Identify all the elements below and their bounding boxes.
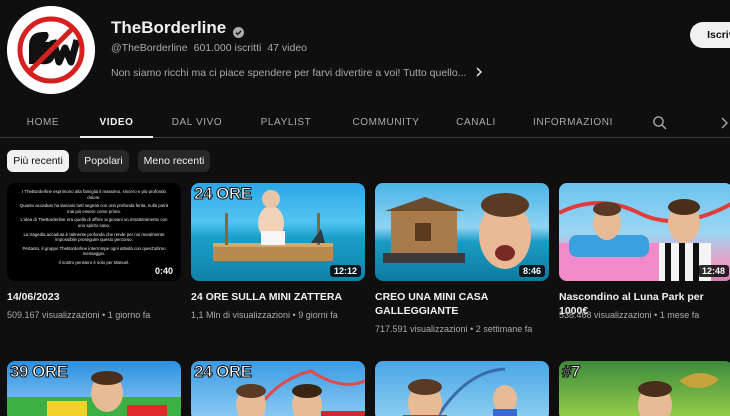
- upload-age: 9 giorni fa: [298, 310, 338, 320]
- tab-video[interactable]: VIDEO: [80, 110, 153, 138]
- view-count: 1,1 Mln di visualizzazioni: [191, 310, 291, 320]
- chevron-right-icon[interactable]: [717, 115, 730, 131]
- video-meta: 509.167 visualizzazioni • 1 giorno fa: [7, 310, 151, 320]
- video-thumbnail[interactable]: 8:46: [375, 183, 549, 281]
- search-icon[interactable]: [652, 115, 668, 131]
- tab-playlist[interactable]: PLAYLIST: [254, 110, 318, 138]
- thumbnail-line: La tragedia accaduta è talmente profonda…: [23, 231, 165, 243]
- chip-recent[interactable]: Più recenti: [7, 150, 69, 172]
- channel-logo: [7, 6, 95, 94]
- thumbnail-caption: 24 ORE: [193, 362, 252, 382]
- video-card[interactable]: I TheBorderline esprimono alla famiglia …: [7, 183, 181, 323]
- video-thumbnail[interactable]: #7: [559, 361, 730, 416]
- video-thumbnail[interactable]: 12:48: [559, 183, 730, 281]
- thumbnail-line: Il nostro pensiero è solo per Manuel.: [58, 259, 130, 265]
- upload-age: 1 mese fa: [659, 310, 700, 320]
- video-duration: 0:40: [150, 265, 177, 277]
- thumbnail-line: Quanto accaduto ha lasciato tutti segnat…: [19, 203, 169, 214]
- thumbnail-text: I TheBorderline esprimono alla famiglia …: [17, 189, 171, 269]
- video-thumbnail[interactable]: I TheBorderline esprimono alla famiglia …: [7, 183, 181, 281]
- view-count: 538.468 visualizzazioni: [559, 310, 652, 320]
- channel-name: TheBorderline: [111, 18, 245, 38]
- video-thumbnail[interactable]: 39 ORE: [7, 361, 181, 416]
- thumbnail-art: [638, 372, 719, 416]
- video-count: 47 video: [267, 42, 308, 54]
- video-meta: 717.591 visualizzazioni • 2 settimane fa: [375, 324, 533, 334]
- video-meta: 538.468 visualizzazioni • 1 mese fa: [559, 310, 700, 320]
- channel-handle: @TheBorderline: [111, 42, 188, 54]
- description-text: Non siamo ricchi ma ci piace spendere pe…: [111, 66, 467, 79]
- view-count: 509.167 visualizzazioni: [7, 310, 100, 320]
- channel-meta: @TheBorderline 601.000 iscritti 47 video: [111, 42, 307, 54]
- video-title[interactable]: CREO UNA MINI CASA GALLEGGIANTE: [375, 290, 547, 318]
- verified-check-icon: [233, 23, 245, 38]
- subscribe-button[interactable]: Iscriviti: [690, 22, 730, 48]
- thumbnail-art: [403, 367, 517, 416]
- tab-informazioni[interactable]: INFORMAZIONI: [530, 110, 616, 138]
- channel-name-text: TheBorderline: [111, 18, 227, 37]
- thumbnail-caption: 39 ORE: [9, 362, 68, 382]
- video-card[interactable]: 12:48 Nascondino al Luna Park per 1000€ …: [559, 183, 730, 323]
- channel-header: TheBorderline @TheBorderline 601.000 isc…: [0, 0, 730, 105]
- upload-age: 2 settimane fa: [475, 324, 533, 334]
- tab-canali[interactable]: CANALI: [450, 110, 502, 138]
- video-duration: 12:48: [697, 265, 729, 277]
- video-meta: 1,1 Mln di visualizzazioni • 9 giorni fa: [191, 310, 338, 320]
- video-card[interactable]: 8:46 CREO UNA MINI CASA GALLEGGIANTE 717…: [375, 183, 549, 334]
- tab-community[interactable]: COMMUNITY: [347, 110, 425, 138]
- thumbnail-caption: 24 ORE: [193, 184, 252, 204]
- upload-age: 1 giorno fa: [107, 310, 151, 320]
- thumbnail-line: Pertanto, il gruppo TheBorderline interr…: [22, 245, 166, 257]
- thumbnail-caption: #7: [562, 362, 581, 382]
- video-card[interactable]: 24 ORE 12:12 24 ORE SULLA MINI ZATTERA 1…: [191, 183, 365, 323]
- video-thumbnail[interactable]: 24 ORE 12:12: [191, 183, 365, 281]
- video-thumbnail[interactable]: [375, 361, 549, 416]
- chip-popular[interactable]: Popolari: [78, 150, 129, 172]
- tab-dal-vivo[interactable]: DAL VIVO: [166, 110, 228, 138]
- video-duration: 12:12: [329, 265, 361, 277]
- tab-home[interactable]: HOME: [18, 110, 68, 138]
- video-title[interactable]: 14/06/2023: [7, 290, 179, 304]
- channel-description[interactable]: Non siamo ricchi ma ci piace spendere pe…: [111, 65, 483, 80]
- video-title[interactable]: 24 ORE SULLA MINI ZATTERA: [191, 290, 363, 304]
- chevron-right-icon: [475, 65, 483, 80]
- subscriber-count: 601.000 iscritti: [193, 42, 262, 54]
- channel-tabs: HOME VIDEO DAL VIVO PLAYLIST COMMUNITY C…: [0, 110, 730, 138]
- thumbnail-line: I TheBorderline esprimono alla famiglia …: [22, 189, 166, 200]
- chip-oldest[interactable]: Meno recenti: [138, 150, 210, 172]
- video-duration: 8:46: [518, 265, 545, 277]
- channel-avatar[interactable]: [7, 6, 95, 94]
- video-thumbnail[interactable]: 24 ORE: [191, 361, 365, 416]
- thumbnail-line: L'idea di TheBorderline era quella di of…: [20, 217, 168, 228]
- view-count: 717.591 visualizzazioni: [375, 324, 468, 334]
